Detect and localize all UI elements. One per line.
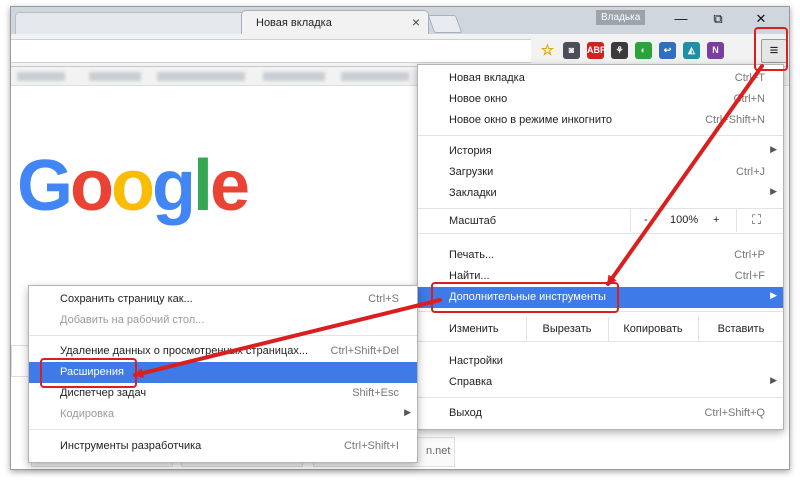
zoom-out-button[interactable]: - xyxy=(644,214,648,226)
menu-item-help[interactable]: Справка ▶ xyxy=(418,372,783,393)
chevron-right-icon: ▶ xyxy=(770,290,777,300)
tab-close-icon[interactable]: × xyxy=(412,14,420,30)
extension-teal-icon[interactable]: ◭ xyxy=(683,42,700,59)
extension-green-icon[interactable]: ◐ xyxy=(635,42,652,59)
address-bar[interactable] xyxy=(11,39,531,63)
menu-item-settings[interactable]: Настройки xyxy=(418,351,783,372)
menu-item-incognito[interactable]: Новое окно в режиме инкогнито Ctrl+Shift+… xyxy=(418,110,783,131)
google-logo-letter: l xyxy=(192,146,213,226)
evernote-icon[interactable]: ⚘ xyxy=(611,42,628,59)
menu-item-new-tab[interactable]: Новая вкладка Ctrl+T xyxy=(418,68,783,89)
google-logo-letter: g xyxy=(151,146,196,226)
menu-item-bookmarks[interactable]: Закладки ▶ xyxy=(418,183,783,204)
tab-title: Новая вкладка xyxy=(256,17,332,29)
annotation-highlight-menu xyxy=(754,27,788,71)
tab-background[interactable] xyxy=(15,12,249,35)
tile-label: n.net xyxy=(426,445,451,457)
zoom-label: Масштаб xyxy=(449,215,497,227)
tab-active[interactable]: Новая вкладка × xyxy=(241,10,429,35)
fullscreen-icon[interactable]: ⛶ xyxy=(752,212,761,228)
minimize-button[interactable]: — xyxy=(666,9,696,29)
chevron-right-icon: ▶ xyxy=(770,186,777,196)
menu-item-history[interactable]: История ▶ xyxy=(418,141,783,162)
profile-badge[interactable]: Владька xyxy=(596,10,646,25)
bookmark-item[interactable] xyxy=(89,72,141,81)
copy-button[interactable]: Копировать xyxy=(610,323,696,335)
annotation-highlight-more-tools xyxy=(431,282,619,313)
title-bar: Новая вкладка × Владька — ⧉ ✕ xyxy=(11,7,789,35)
menu-divider xyxy=(418,233,783,234)
zoom-in-button[interactable]: + xyxy=(713,214,719,226)
submenu-item-save-page[interactable]: Сохранить страницу как... Ctrl+S xyxy=(29,289,417,310)
submenu-item-add-to-desktop: Добавить на рабочий стол... xyxy=(60,314,205,326)
submenu-item-encoding[interactable]: Кодировка ▶ xyxy=(29,404,417,425)
submenu-item-devtools[interactable]: Инструменты разработчика Ctrl+Shift+I xyxy=(29,436,417,457)
menu-item-new-window[interactable]: Новое окно Ctrl+N xyxy=(418,89,783,110)
google-logo-letter: G xyxy=(17,146,73,226)
menu-divider xyxy=(418,341,783,342)
close-window-button[interactable]: ✕ xyxy=(746,9,776,29)
onenote-icon[interactable]: N xyxy=(707,42,724,59)
chrome-main-menu: Новая вкладка Ctrl+T Новое окно Ctrl+N Нов… xyxy=(417,64,784,430)
bookmark-item[interactable] xyxy=(17,72,65,81)
menu-divider xyxy=(418,397,783,398)
menu-divider xyxy=(29,429,417,430)
menu-divider xyxy=(418,135,783,136)
menu-zoom-row: Масштаб - 100% + ⛶ xyxy=(418,209,783,232)
pocket-icon[interactable]: ◙ xyxy=(563,42,580,59)
new-tab-button[interactable] xyxy=(427,15,463,33)
chevron-right-icon: ▶ xyxy=(404,407,411,417)
bookmark-item[interactable] xyxy=(341,72,409,81)
edit-label: Изменить xyxy=(449,323,499,335)
bookmark-item[interactable] xyxy=(263,72,325,81)
menu-edit-row: Изменить Вырезать Копировать Вставить xyxy=(418,317,783,341)
chevron-right-icon: ▶ xyxy=(770,144,777,154)
menu-divider xyxy=(29,335,417,336)
chevron-right-icon: ▶ xyxy=(770,375,777,385)
google-logo-letter: o xyxy=(111,146,155,226)
google-logo: Google xyxy=(17,145,250,227)
extension-blue-icon[interactable]: ↩ xyxy=(659,42,676,59)
google-logo-letter: o xyxy=(70,146,114,226)
menu-item-exit[interactable]: Выход Ctrl+Shift+Q xyxy=(418,403,783,424)
menu-item-print[interactable]: Печать... Ctrl+P xyxy=(418,245,783,266)
toolbar: ☆ ◙ ABP ⚘ ◐ ↩ ◭ N ≡ xyxy=(11,34,789,67)
adblock-icon[interactable]: ABP xyxy=(587,42,606,59)
annotation-highlight-extensions xyxy=(40,358,137,388)
menu-item-downloads[interactable]: Загрузки Ctrl+J xyxy=(418,162,783,183)
restore-button[interactable]: ⧉ xyxy=(703,9,733,29)
paste-button[interactable]: Вставить xyxy=(700,323,782,335)
google-logo-letter: e xyxy=(209,146,250,226)
bookmark-item[interactable] xyxy=(157,72,245,81)
zoom-value: 100% xyxy=(670,214,699,226)
cut-button[interactable]: Вырезать xyxy=(528,323,606,335)
star-icon[interactable]: ☆ xyxy=(539,42,556,59)
